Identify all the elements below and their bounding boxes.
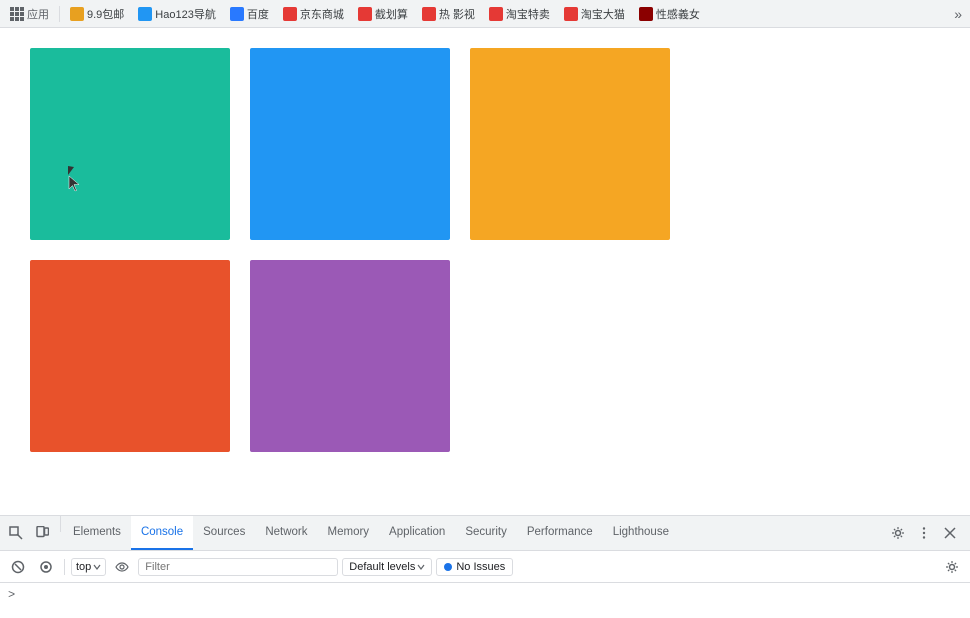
tab-performance[interactable]: Performance [517,516,603,550]
default-levels-label: Default levels [349,561,415,573]
bookmark-icon-xinggan [639,7,653,21]
filter-input[interactable] [138,558,338,576]
main-content [0,28,970,515]
settings-button[interactable] [886,521,910,545]
bookmark-label-jd: 京东商城 [300,6,344,22]
console-gear-icon [945,560,959,574]
purple-box [250,260,450,452]
tab-sources[interactable]: Sources [193,516,255,550]
devtools-left-icons [4,516,58,550]
devtools-right-icons [882,516,966,550]
bookmark-icon-reyingshi [422,7,436,21]
bookmark-taobao2[interactable]: 淘宝大猫 [558,3,631,25]
more-bookmarks-button[interactable]: » [950,4,966,24]
bookmark-bar: 应用 9.9包邮 Hao123导航 百度 京东商城 截划算 热 影视 淘宝特卖 … [0,0,970,28]
tab-network[interactable]: Network [255,516,317,550]
bookmark-icon-jiesuan [358,7,372,21]
no-issues-badge[interactable]: No Issues [436,558,513,576]
bookmark-label-xinggan: 性感義女 [656,6,700,22]
bookmark-xinggan[interactable]: 性感義女 [633,3,706,25]
chevron-down-icon-2 [417,563,425,571]
console-settings-button[interactable] [940,555,964,579]
close-devtools-button[interactable] [938,521,962,545]
bookmark-icon-jd [283,7,297,21]
yellow-box [470,48,670,240]
preserve-log-button[interactable] [34,555,58,579]
eye-icon [115,560,129,574]
bookmark-label-99: 9.9包邮 [87,6,124,22]
bookmark-jd[interactable]: 京东商城 [277,3,350,25]
preserve-icon [39,560,53,574]
teal-box [30,48,230,240]
tab-memory[interactable]: Memory [318,516,380,550]
bookmark-icon-taobao2 [564,7,578,21]
device-icon [35,526,49,540]
kebab-icon [917,526,931,540]
tabs-spacer [679,516,882,550]
bookmark-99[interactable]: 9.9包邮 [64,3,130,25]
color-row-1 [30,48,940,240]
clear-icon [11,560,25,574]
issues-dot [444,563,452,571]
device-toggle-button[interactable] [30,521,54,545]
bookmark-icon-hao123 [138,7,152,21]
bookmark-icon-baidu [230,7,244,21]
bookmark-icon-99 [70,7,84,21]
blue-box [250,48,450,240]
bookmark-label-reyingshi: 热 影视 [439,6,475,22]
bookmark-label-hao123: Hao123导航 [155,6,216,22]
apps-grid-icon [10,7,24,21]
bookmark-taobao1[interactable]: 淘宝特卖 [483,3,556,25]
inspect-element-button[interactable] [4,521,28,545]
bookmark-label-taobao2: 淘宝大猫 [581,6,625,22]
color-row-2 [30,260,940,452]
close-icon [944,527,956,539]
more-options-button[interactable] [912,521,936,545]
inspect-icon [9,526,23,540]
bookmark-jiesuan[interactable]: 截划算 [352,3,414,25]
red-box [30,260,230,452]
apps-label: 应用 [27,6,49,22]
color-grid [30,48,940,452]
bookmark-label-jiesuan: 截划算 [375,6,408,22]
tab-security[interactable]: Security [455,516,517,550]
bookmark-reyingshi[interactable]: 热 影视 [416,3,481,25]
devtools-toolbar: top Default levels No Issues [0,551,970,583]
clear-console-button[interactable] [6,555,30,579]
bookmark-baidu[interactable]: 百度 [224,3,275,25]
tab-elements[interactable]: Elements [63,516,131,550]
bookmark-hao123[interactable]: Hao123导航 [132,3,222,25]
console-input-area: > [0,583,970,607]
eye-button[interactable] [110,555,134,579]
tab-lighthouse[interactable]: Lighthouse [603,516,679,550]
gear-icon [891,526,905,540]
bookmark-label-baidu: 百度 [247,6,269,22]
bookmark-label-taobao1: 淘宝特卖 [506,6,550,22]
tab-console[interactable]: Console [131,516,193,550]
chevron-down-icon [93,563,101,571]
default-levels-button[interactable]: Default levels [342,558,432,576]
devtools-tabs-bar: Elements Console Sources Network Memory … [0,516,970,551]
context-label: top [76,561,91,573]
no-issues-label: No Issues [456,561,505,573]
bookmark-icon-taobao1 [489,7,503,21]
tab-application[interactable]: Application [379,516,455,550]
context-selector[interactable]: top [71,558,106,576]
apps-button[interactable]: 应用 [4,3,55,25]
devtools-panel: Elements Console Sources Network Memory … [0,515,970,618]
